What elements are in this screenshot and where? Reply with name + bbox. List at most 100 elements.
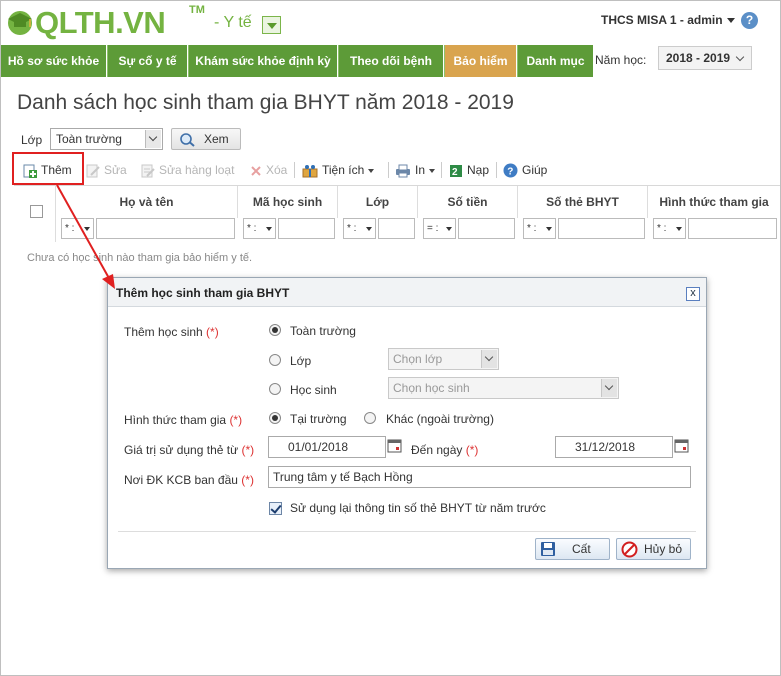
- page-title: Danh sách học sinh tham gia BHYT năm 201…: [17, 91, 514, 114]
- valid-to-input[interactable]: 31/12/2018: [555, 436, 673, 458]
- caret-down-icon: [429, 168, 436, 173]
- class-filter-value: Toàn trường: [56, 132, 122, 146]
- radio-other-label[interactable]: Khác (ngoài trường): [386, 412, 494, 426]
- gift-box-icon: [302, 164, 318, 178]
- calendar-icon[interactable]: [387, 438, 403, 454]
- column-header-card-number[interactable]: Số thẻ BHYT: [518, 186, 648, 218]
- import-button[interactable]: 2 Nạp: [449, 156, 489, 184]
- radio-student-label[interactable]: Học sinh: [290, 383, 337, 397]
- chevron-down-icon[interactable]: [601, 379, 617, 397]
- filter-input-name[interactable]: [96, 218, 235, 239]
- save-button-label: Cất: [572, 542, 591, 556]
- edit-button[interactable]: Sửa: [86, 156, 127, 184]
- module-dropdown-button[interactable]: [262, 16, 281, 34]
- magnifier-icon: [180, 133, 195, 147]
- help-button-label: Giúp: [522, 163, 548, 177]
- radio-at-school[interactable]: [269, 412, 281, 424]
- dialog-title: Thêm học sinh tham gia BHYT: [116, 286, 290, 300]
- filter-input-amount[interactable]: [458, 218, 515, 239]
- reuse-card-label[interactable]: Sử dụng lại thông tin số thẻ BHYT từ năm…: [290, 501, 546, 515]
- select-all-checkbox[interactable]: [30, 205, 43, 218]
- reuse-card-checkbox[interactable]: [269, 502, 282, 515]
- cancel-no-icon: [621, 541, 638, 558]
- import-button-label: Nạp: [467, 163, 490, 177]
- app-header: QLTH.VN TM - Y tế THCS MISA 1 - admin ?: [1, 1, 780, 43]
- valid-to-label: Đến ngày (*): [411, 443, 478, 457]
- grid-empty-message: Chưa có học sinh nào tham gia bảo hiểm y…: [27, 252, 253, 264]
- required-mark: (*): [241, 473, 254, 487]
- svg-text:?: ?: [507, 167, 513, 178]
- caret-down-icon[interactable]: [727, 18, 735, 23]
- cancel-button-label: Hủy bỏ: [644, 542, 683, 556]
- printer-icon: [396, 164, 410, 178]
- dialog-titlebar[interactable]: Thêm học sinh tham gia BHYT x: [108, 278, 706, 307]
- filter-input-class[interactable]: [378, 218, 415, 239]
- bulk-edit-button[interactable]: Sửa hàng loạt: [141, 156, 234, 184]
- delete-button-label: Xóa: [266, 163, 288, 177]
- class-filter-select[interactable]: Toàn trường: [50, 128, 163, 150]
- class-select[interactable]: Chọn lớp: [388, 348, 499, 370]
- floppy-disk-icon: [541, 542, 555, 556]
- school-year-select[interactable]: 2018 - 2019: [658, 46, 752, 70]
- column-header-class[interactable]: Lớp: [338, 186, 418, 218]
- print-button[interactable]: In: [395, 156, 436, 184]
- filter-operator[interactable]: * :: [61, 218, 94, 239]
- nav-item-periodic-checkup[interactable]: Khám sức khỏe định kỳ: [189, 45, 337, 77]
- chevron-down-icon[interactable]: [145, 130, 161, 148]
- filter-operator[interactable]: * :: [243, 218, 276, 239]
- hospital-input[interactable]: Trung tâm y tế Bạch Hồng: [268, 466, 691, 488]
- close-icon[interactable]: x: [686, 287, 700, 301]
- column-header-student-code[interactable]: Mã học sinh: [238, 186, 338, 218]
- hospital-label: Nơi ĐK KCB ban đầu (*): [124, 473, 254, 487]
- toolbar-divider: [496, 162, 497, 178]
- app-logo[interactable]: QLTH.VN: [35, 5, 166, 41]
- module-name: - Y tế: [214, 14, 252, 31]
- calendar-icon[interactable]: [674, 438, 690, 454]
- radio-class[interactable]: [269, 354, 281, 366]
- nav-item-insurance[interactable]: Bảo hiểm: [445, 45, 516, 77]
- utilities-button[interactable]: Tiện ích: [302, 156, 375, 184]
- required-mark: (*): [206, 325, 219, 339]
- filter-input-participation[interactable]: [688, 218, 777, 239]
- bulk-edit-button-label: Sửa hàng loạt: [159, 163, 235, 177]
- delete-button[interactable]: Xóa: [250, 156, 287, 184]
- grid-header: Họ và tên Mã học sinh Lớp Số tiền Số thẻ…: [14, 185, 780, 242]
- column-header-name[interactable]: Họ và tên: [56, 186, 238, 218]
- filter-input-card-number[interactable]: [558, 218, 645, 239]
- filter-operator[interactable]: = :: [423, 218, 456, 239]
- filter-input-student-code[interactable]: [278, 218, 335, 239]
- view-button[interactable]: Xem: [171, 128, 241, 150]
- grid-toolbar: Thêm Sửa Sửa hàng loạt Xóa Tiện ích In 2…: [1, 156, 780, 184]
- chevron-down-icon[interactable]: [481, 350, 497, 368]
- trademark-mark: TM: [189, 4, 205, 16]
- column-header-amount[interactable]: Số tiền: [418, 186, 518, 218]
- delete-x-icon: [251, 166, 261, 176]
- valid-from-input[interactable]: 01/01/2018: [268, 436, 386, 458]
- help-button[interactable]: ? Giúp: [503, 156, 547, 184]
- save-button[interactable]: Cất: [535, 538, 610, 560]
- radio-whole-school[interactable]: [269, 324, 281, 336]
- radio-at-school-label[interactable]: Tại trường: [290, 412, 347, 426]
- required-mark: (*): [229, 413, 243, 427]
- hospital-label-text: Nơi ĐK KCB ban đầu: [124, 473, 238, 487]
- radio-whole-school-label[interactable]: Toàn trường: [290, 324, 356, 338]
- filter-operator[interactable]: * :: [523, 218, 556, 239]
- valid-to-label-text: Đến ngày: [411, 443, 463, 457]
- nav-item-incidents[interactable]: Sự cố y tế: [108, 45, 187, 77]
- filter-operator[interactable]: * :: [653, 218, 686, 239]
- print-button-label: In: [415, 163, 426, 177]
- filter-operator[interactable]: * :: [343, 218, 376, 239]
- help-icon[interactable]: ?: [741, 12, 758, 29]
- user-menu[interactable]: THCS MISA 1 - admin: [601, 13, 723, 27]
- nav-item-health-records[interactable]: Hồ sơ sức khỏe: [1, 45, 106, 77]
- cancel-button[interactable]: Hủy bỏ: [616, 538, 691, 560]
- nav-item-disease-tracking[interactable]: Theo dõi bệnh: [339, 45, 443, 77]
- nav-item-catalog[interactable]: Danh mục: [518, 45, 593, 77]
- school-year-label: Năm học:: [595, 53, 647, 67]
- radio-student[interactable]: [269, 383, 281, 395]
- radio-other[interactable]: [364, 412, 376, 424]
- radio-class-label[interactable]: Lớp: [290, 354, 311, 368]
- participation-label: Hình thức tham gia (*): [124, 413, 242, 427]
- student-select[interactable]: Chọn học sinh: [388, 377, 619, 399]
- column-header-participation[interactable]: Hình thức tham gia: [648, 186, 780, 218]
